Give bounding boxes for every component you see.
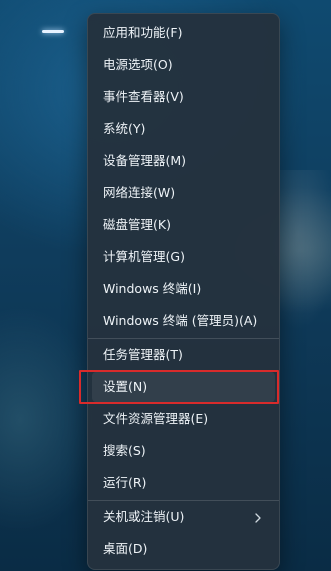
menu-item-desktop[interactable]: 桌面(D) xyxy=(92,534,275,564)
menu-item-label: Windows 终端(I) xyxy=(103,281,202,296)
menu-item-label: 任务管理器(T) xyxy=(103,347,183,362)
menu-item-apps-features[interactable]: 应用和功能(F) xyxy=(92,18,275,48)
menu-separator xyxy=(88,500,279,501)
menu-item-computer-management[interactable]: 计算机管理(G) xyxy=(92,242,275,272)
wallpaper-light xyxy=(42,30,64,33)
menu-item-label: 搜索(S) xyxy=(103,443,146,458)
menu-item-task-manager[interactable]: 任务管理器(T) xyxy=(92,340,275,370)
menu-item-windows-terminal-admin[interactable]: Windows 终端 (管理员)(A) xyxy=(92,306,275,336)
menu-item-label: 计算机管理(G) xyxy=(103,249,185,264)
menu-item-label: 桌面(D) xyxy=(103,541,148,556)
menu-item-windows-terminal[interactable]: Windows 终端(I) xyxy=(92,274,275,304)
highlight-box xyxy=(79,370,279,404)
menu-item-system[interactable]: 系统(Y) xyxy=(92,114,275,144)
menu-item-power-options[interactable]: 电源选项(O) xyxy=(92,50,275,80)
menu-item-event-viewer[interactable]: 事件查看器(V) xyxy=(92,82,275,112)
menu-item-shutdown-signout[interactable]: 关机或注销(U) xyxy=(92,502,275,532)
menu-separator xyxy=(88,338,279,339)
menu-item-label: 应用和功能(F) xyxy=(103,25,183,40)
menu-item-label: 关机或注销(U) xyxy=(103,509,185,524)
menu-item-device-manager[interactable]: 设备管理器(M) xyxy=(92,146,275,176)
winx-context-menu: 应用和功能(F) 电源选项(O) 事件查看器(V) 系统(Y) 设备管理器(M)… xyxy=(87,13,280,570)
menu-item-disk-management[interactable]: 磁盘管理(K) xyxy=(92,210,275,240)
chevron-right-icon xyxy=(251,510,265,524)
menu-item-network-connections[interactable]: 网络连接(W) xyxy=(92,178,275,208)
menu-item-label: 系统(Y) xyxy=(103,121,146,136)
menu-item-label: 磁盘管理(K) xyxy=(103,217,171,232)
menu-item-label: 文件资源管理器(E) xyxy=(103,411,209,426)
menu-item-label: Windows 终端 (管理员)(A) xyxy=(103,313,258,328)
menu-item-label: 网络连接(W) xyxy=(103,185,176,200)
menu-item-file-explorer[interactable]: 文件资源管理器(E) xyxy=(92,404,275,434)
menu-item-label: 事件查看器(V) xyxy=(103,89,184,104)
menu-item-label: 设备管理器(M) xyxy=(103,153,187,168)
menu-item-run[interactable]: 运行(R) xyxy=(92,468,275,498)
menu-item-label: 运行(R) xyxy=(103,475,147,490)
menu-item-label: 电源选项(O) xyxy=(103,57,173,72)
menu-item-search[interactable]: 搜索(S) xyxy=(92,436,275,466)
